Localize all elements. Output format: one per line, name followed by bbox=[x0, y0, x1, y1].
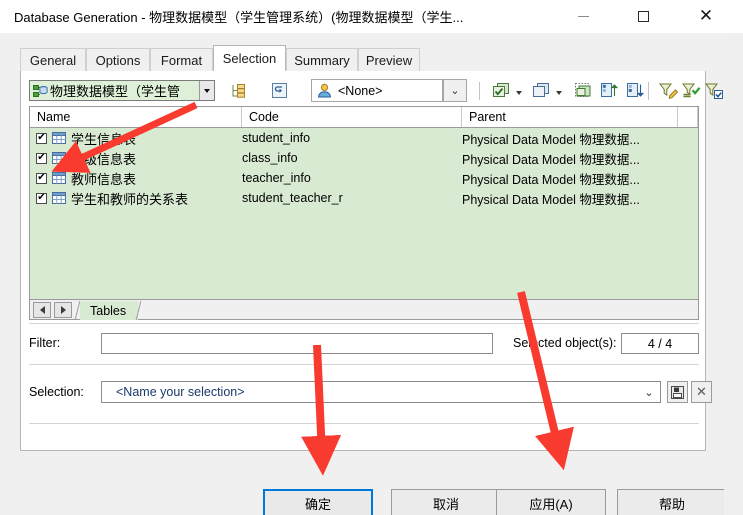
clear-selection-icon[interactable]: ✕ bbox=[691, 381, 712, 403]
tab-preview[interactable]: Preview bbox=[358, 48, 420, 71]
selection-toolbar: 物理数据模型（学生管 <None> ⌄ bbox=[21, 77, 723, 107]
row-code-cell: student_teacher_r bbox=[242, 191, 343, 205]
table-icon bbox=[52, 192, 66, 204]
column-header-name[interactable]: Name bbox=[30, 107, 242, 127]
toolbar-separator-2 bbox=[648, 82, 649, 100]
minimize-button[interactable] bbox=[560, 0, 606, 33]
row-name-cell: ✔ 学生信息表 bbox=[30, 129, 242, 148]
row-name-cell: ✔ 学生和教师的关系表 bbox=[30, 189, 242, 208]
row-code-cell: teacher_info bbox=[242, 171, 311, 185]
tab-general[interactable]: General bbox=[20, 48, 86, 71]
list-header: Name Code Parent bbox=[30, 107, 698, 128]
user-combo[interactable]: <None> bbox=[311, 79, 443, 102]
table-icon bbox=[52, 152, 66, 164]
select-ascending-icon[interactable] bbox=[599, 81, 619, 100]
tree-view-icon[interactable] bbox=[229, 81, 249, 100]
objects-list[interactable]: Name Code Parent ✔ 学生信息表 student_info Ph… bbox=[29, 106, 699, 300]
filter-selection-icon[interactable] bbox=[704, 81, 724, 100]
model-combo[interactable]: 物理数据模型（学生管 bbox=[29, 80, 215, 101]
selection-panel: 物理数据模型（学生管 <None> ⌄ Name Code Parent ✔ 学… bbox=[20, 71, 723, 451]
model-combo-value: 物理数据模型（学生管 bbox=[50, 84, 181, 99]
deselect-all-dropdown-caret[interactable] bbox=[554, 89, 563, 96]
row-checkbox[interactable]: ✔ bbox=[36, 152, 47, 164]
row-name-label: 学生和教师的关系表 bbox=[71, 191, 189, 207]
filter-label: Filter: bbox=[29, 336, 61, 350]
page-scrollbar[interactable] bbox=[724, 33, 743, 515]
sheet-tab-tables[interactable]: Tables bbox=[80, 301, 139, 320]
tab-strip: General Options Format Selection Summary… bbox=[20, 45, 706, 71]
tab-selection[interactable]: Selection bbox=[213, 45, 286, 71]
help-button[interactable]: 帮助 bbox=[617, 489, 727, 515]
table-row[interactable]: ✔ 班级信息表 class_info Physical Data Model 物… bbox=[30, 148, 698, 168]
selected-objects-value: 4 / 4 bbox=[621, 333, 699, 354]
table-row[interactable]: ✔ 学生和教师的关系表 student_teacher_r Physical D… bbox=[30, 188, 698, 208]
table-icon bbox=[52, 132, 66, 144]
row-name-label: 教师信息表 bbox=[71, 171, 137, 187]
row-code-cell: class_info bbox=[242, 151, 298, 165]
cancel-button[interactable]: 取消 bbox=[391, 489, 501, 515]
user-combo-dropdown-arrow[interactable]: ⌄ bbox=[443, 79, 467, 102]
selected-objects-label: Selected object(s): bbox=[513, 336, 617, 350]
row-parent-cell: Physical Data Model 物理数据... bbox=[462, 152, 640, 167]
select-all-dropdown-caret[interactable] bbox=[514, 89, 523, 96]
sheet-next-button[interactable] bbox=[54, 302, 72, 318]
table-row[interactable]: ✔ 学生信息表 student_info Physical Data Model… bbox=[30, 128, 698, 148]
deselect-all-icon[interactable] bbox=[531, 81, 551, 100]
close-button[interactable]: ✕ bbox=[683, 0, 729, 33]
apply-button[interactable]: 应用(A) bbox=[496, 489, 606, 515]
divider-below-selection bbox=[29, 423, 699, 424]
filter-input[interactable] bbox=[101, 333, 493, 354]
column-header-parent[interactable]: Parent bbox=[462, 107, 678, 127]
sheet-prev-button[interactable] bbox=[33, 302, 51, 318]
maximize-button[interactable] bbox=[620, 0, 666, 33]
divider-above-filter bbox=[29, 323, 699, 324]
row-name-cell: ✔ 班级信息表 bbox=[30, 149, 242, 168]
selection-combo-value: <Name your selection> bbox=[116, 385, 245, 399]
chevron-down-icon[interactable]: ⌄ bbox=[638, 386, 660, 399]
column-header-code[interactable]: Code bbox=[242, 107, 462, 127]
toolbar-separator-1 bbox=[479, 82, 480, 100]
model-combo-dropdown-arrow[interactable] bbox=[199, 81, 214, 100]
apply-filter-icon[interactable] bbox=[681, 81, 701, 100]
selection-label: Selection: bbox=[29, 385, 84, 399]
sheet-tab-bar: Tables bbox=[29, 300, 699, 320]
page-scrollbar-thumb[interactable] bbox=[726, 33, 741, 515]
user-combo-value: <None> bbox=[338, 83, 383, 98]
row-parent-cell: Physical Data Model 物理数据... bbox=[462, 132, 640, 147]
database-generation-dialog: Database Generation - 物理数据模型（学生管理系统）(物理数… bbox=[0, 0, 743, 515]
ok-button[interactable]: 确定 bbox=[263, 489, 373, 515]
invert-selection-icon[interactable] bbox=[573, 81, 593, 100]
edit-filter-icon[interactable] bbox=[658, 81, 678, 100]
maximize-icon bbox=[637, 11, 649, 22]
model-icon bbox=[33, 84, 48, 98]
row-name-label: 班级信息表 bbox=[71, 151, 137, 167]
row-code-cell: student_info bbox=[242, 131, 311, 145]
list-rows: ✔ 学生信息表 student_info Physical Data Model… bbox=[30, 128, 698, 299]
row-parent-cell: Physical Data Model 物理数据... bbox=[462, 192, 640, 207]
divider-below-filter bbox=[29, 364, 699, 365]
sub-objects-icon[interactable] bbox=[269, 81, 289, 100]
save-selection-icon[interactable] bbox=[667, 381, 688, 403]
select-descending-icon[interactable] bbox=[625, 81, 645, 100]
tab-summary[interactable]: Summary bbox=[286, 48, 358, 71]
minimize-icon bbox=[577, 16, 589, 17]
tab-format[interactable]: Format bbox=[150, 48, 213, 71]
table-row[interactable]: ✔ 教师信息表 teacher_info Physical Data Model… bbox=[30, 168, 698, 188]
table-icon bbox=[52, 172, 66, 184]
row-parent-cell: Physical Data Model 物理数据... bbox=[462, 172, 640, 187]
row-name-cell: ✔ 教师信息表 bbox=[30, 169, 242, 188]
user-icon bbox=[317, 83, 332, 98]
selection-combo[interactable]: <Name your selection> ⌄ bbox=[101, 381, 661, 403]
dialog-body: General Options Format Selection Summary… bbox=[0, 33, 727, 515]
row-name-label: 学生信息表 bbox=[71, 131, 137, 147]
tab-options[interactable]: Options bbox=[86, 48, 150, 71]
row-checkbox[interactable]: ✔ bbox=[36, 132, 47, 144]
close-icon: ✕ bbox=[698, 6, 714, 26]
select-all-icon[interactable] bbox=[491, 81, 511, 100]
row-checkbox[interactable]: ✔ bbox=[36, 172, 47, 184]
window-title: Database Generation - 物理数据模型（学生管理系统）(物理数… bbox=[14, 10, 464, 25]
column-header-extra bbox=[678, 107, 698, 127]
title-bar: Database Generation - 物理数据模型（学生管理系统）(物理数… bbox=[0, 0, 743, 33]
row-checkbox[interactable]: ✔ bbox=[36, 192, 47, 204]
